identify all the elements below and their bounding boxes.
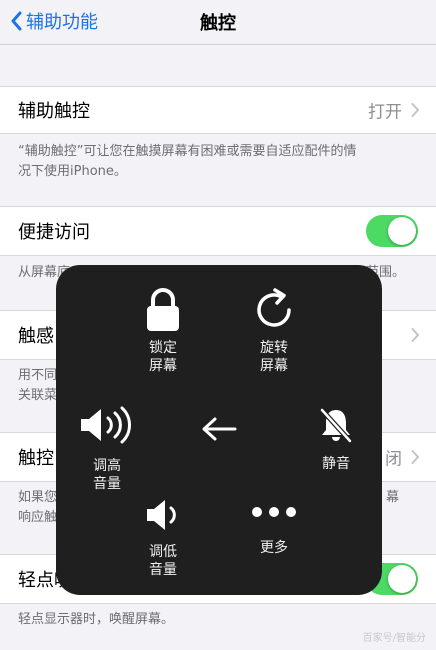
volume-up-label-1: 调高	[93, 458, 121, 474]
rotate-label-2: 屏幕	[260, 358, 288, 374]
volume-up-label-2: 音量	[93, 476, 121, 492]
page-title: 触控	[200, 13, 236, 34]
rotate-icon	[257, 288, 291, 327]
more-button[interactable]: 更多	[229, 505, 319, 557]
chevron-right-icon	[411, 103, 420, 117]
volume-down-label-1: 调低	[149, 544, 177, 560]
mute-button[interactable]: 静音	[291, 405, 381, 473]
lock-label-2: 屏幕	[149, 358, 177, 374]
reachability-toggle[interactable]	[366, 215, 418, 247]
haptic-label: 触感	[18, 326, 54, 347]
assistive-touch-menu: 锁定 屏幕 旋转 屏幕 调高 音量 静音 调低 音量 更多	[56, 265, 382, 595]
mute-label: 静音	[322, 456, 350, 472]
back-arrow-button[interactable]	[174, 415, 264, 443]
assistive-touch-value: 打开	[368, 102, 402, 123]
arrow-left-icon	[202, 417, 237, 441]
assistive-touch-label: 辅助触控	[18, 101, 90, 122]
chevron-right-icon	[411, 328, 420, 342]
lock-icon	[147, 288, 179, 331]
lock-label-1: 锁定	[149, 340, 177, 356]
footer-line: “辅助触控”可让您在触摸屏幕有困难或需要自适应配件的情	[18, 144, 357, 159]
volume-down-button[interactable]: 调低 音量	[118, 497, 208, 579]
rotate-screen-button[interactable]: 旋转 屏幕	[229, 287, 319, 375]
assistive-touch-footer: “辅助触控”可让您在触摸屏幕有困难或需要自适应配件的情 况下使用iPhone。	[18, 142, 418, 182]
volume-down-icon	[147, 500, 176, 530]
volume-down-label-2: 音量	[149, 562, 177, 578]
lock-screen-button[interactable]: 锁定 屏幕	[118, 287, 208, 375]
touch-footer-right: 幕	[386, 490, 400, 505]
nav-bar: 辅助功能 触控	[0, 0, 436, 45]
bell-slash-icon	[320, 408, 352, 443]
watermark: 百家号/智能分	[362, 633, 426, 644]
reachability-row: 便捷访问	[0, 206, 436, 256]
more-label: 更多	[260, 540, 288, 556]
ellipsis-icon	[252, 507, 296, 517]
tap-to-wake-footer: 轻点显示器时，唤醒屏幕。	[18, 612, 175, 627]
volume-up-icon	[81, 406, 132, 444]
volume-up-button[interactable]: 调高 音量	[62, 405, 152, 493]
assistive-touch-row[interactable]: 辅助触控 打开	[0, 86, 436, 134]
touch-accommodations-label: 触控	[18, 448, 54, 469]
toggle-knob	[388, 217, 416, 245]
reachability-label: 便捷访问	[18, 222, 90, 243]
rotate-label-1: 旋转	[260, 340, 288, 356]
touch-accommodations-value: 闭	[385, 449, 402, 470]
footer-line: 况下使用iPhone。	[18, 164, 127, 179]
chevron-right-icon	[411, 450, 420, 464]
toggle-knob	[388, 565, 416, 593]
